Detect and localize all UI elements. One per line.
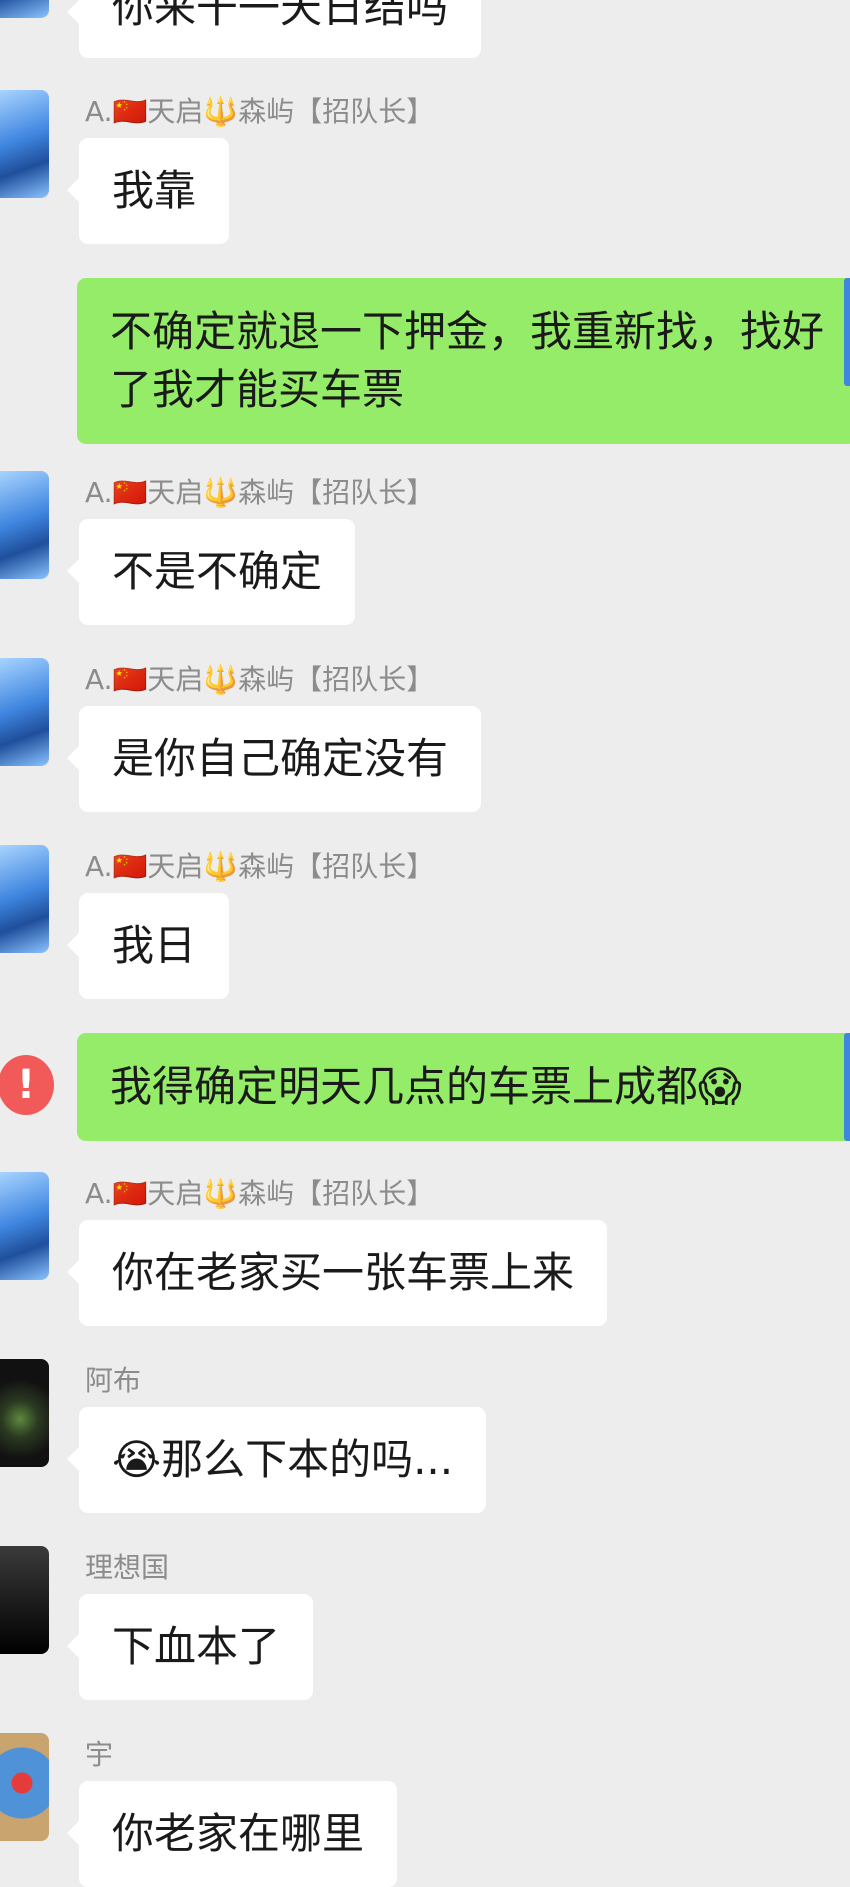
avatar[interactable]: [0, 1546, 49, 1654]
message-text: 😭那么下本的吗...: [112, 1435, 454, 1484]
message-bubble-self[interactable]: 我得确定明天几点的车票上成都😱: [77, 1033, 850, 1141]
message-text: 我日: [112, 921, 197, 970]
message-text: 你在老家买一张车票上来: [112, 1248, 575, 1297]
sender-name: A.🇨🇳天启🔱森屿【招队长】: [85, 95, 435, 128]
message-text: 下血本了: [112, 1622, 281, 1671]
sender-name: A.🇨🇳天启🔱森屿【招队长】: [85, 1177, 435, 1210]
sender-name: A.🇨🇳天启🔱森屿【招队长】: [85, 476, 435, 509]
sender-name: 宇: [85, 1738, 114, 1771]
avatar[interactable]: [0, 471, 49, 579]
message-text: 你来干一天日结吗: [112, 0, 449, 32]
message-bubble[interactable]: 是你自己确定没有: [66, 706, 482, 812]
message-bubble[interactable]: 不是不确定: [66, 519, 356, 625]
avatar[interactable]: [0, 90, 49, 198]
message-bubble[interactable]: 你来干一天日结吗: [66, 0, 482, 58]
message-text: 我靠: [112, 166, 197, 215]
self-avatar-edge[interactable]: [844, 1033, 850, 1141]
avatar[interactable]: [0, 1359, 49, 1467]
sender-name: A.🇨🇳天启🔱森屿【招队长】: [85, 850, 435, 883]
send-failed-icon[interactable]: !: [0, 1055, 54, 1115]
message-bubble[interactable]: 你老家在哪里: [66, 1781, 398, 1887]
message-text: 我得确定明天几点的车票上成都😱: [110, 1062, 742, 1111]
avatar[interactable]: [0, 0, 49, 18]
message-bubble[interactable]: 我日: [66, 893, 230, 999]
sender-name: A.🇨🇳天启🔱森屿【招队长】: [85, 663, 435, 696]
sender-name: 阿布: [85, 1364, 142, 1397]
message-bubble[interactable]: 😭那么下本的吗...: [66, 1407, 487, 1513]
avatar[interactable]: [0, 1733, 49, 1841]
avatar[interactable]: [0, 845, 49, 953]
message-text: 你老家在哪里: [112, 1809, 365, 1858]
message-bubble-self[interactable]: 不确定就退一下押金，我重新找，找好了我才能买车票: [77, 278, 850, 444]
message-text: 是你自己确定没有: [112, 734, 449, 783]
sender-name: 理想国: [85, 1551, 170, 1584]
message-text: 不确定就退一下押金，我重新找，找好了我才能买车票: [110, 307, 825, 414]
message-bubble[interactable]: 你在老家买一张车票上来: [66, 1220, 608, 1326]
message-bubble[interactable]: 我靠: [66, 138, 230, 244]
avatar[interactable]: [0, 1172, 49, 1280]
self-avatar-edge[interactable]: [844, 278, 850, 386]
message-text: 不是不确定: [112, 547, 323, 596]
avatar[interactable]: [0, 658, 49, 766]
message-bubble[interactable]: 下血本了: [66, 1594, 314, 1700]
